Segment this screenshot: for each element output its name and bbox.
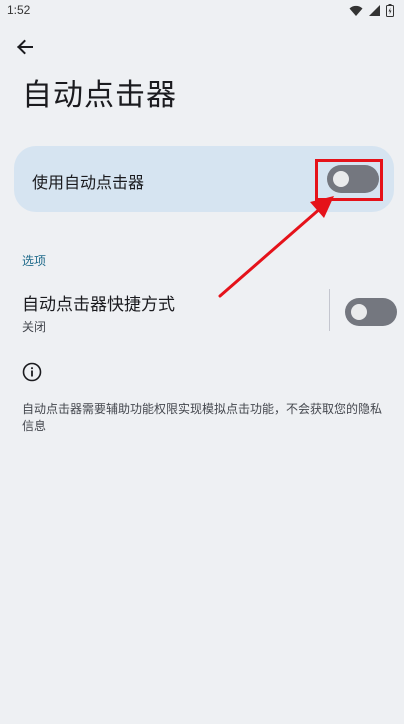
- highlight-box: [315, 159, 383, 201]
- status-bar: 1:52: [0, 0, 404, 22]
- shortcut-switch[interactable]: [345, 298, 397, 326]
- wifi-icon: [349, 5, 363, 16]
- back-button[interactable]: [10, 32, 40, 62]
- status-time: 1:52: [7, 3, 31, 17]
- battery-icon: [386, 4, 394, 17]
- cellular-signal-icon: [369, 5, 380, 16]
- back-arrow-icon: [17, 39, 33, 55]
- info-icon: [22, 362, 42, 382]
- divider: [329, 289, 330, 331]
- shortcut-status: 关闭: [22, 320, 47, 334]
- section-header-options: 选项: [22, 254, 47, 268]
- switch-knob: [351, 304, 367, 320]
- page-title: 自动点击器: [22, 78, 177, 113]
- main-toggle-label: 使用自动点击器: [32, 173, 145, 192]
- info-text: 自动点击器需要辅助功能权限实现模拟点击功能，不会获取您的隐私信息: [22, 402, 383, 433]
- shortcut-title: 自动点击器快捷方式: [22, 295, 175, 315]
- shortcut-setting-row[interactable]: 自动点击器快捷方式 关闭: [0, 286, 404, 342]
- status-icons: [349, 4, 394, 17]
